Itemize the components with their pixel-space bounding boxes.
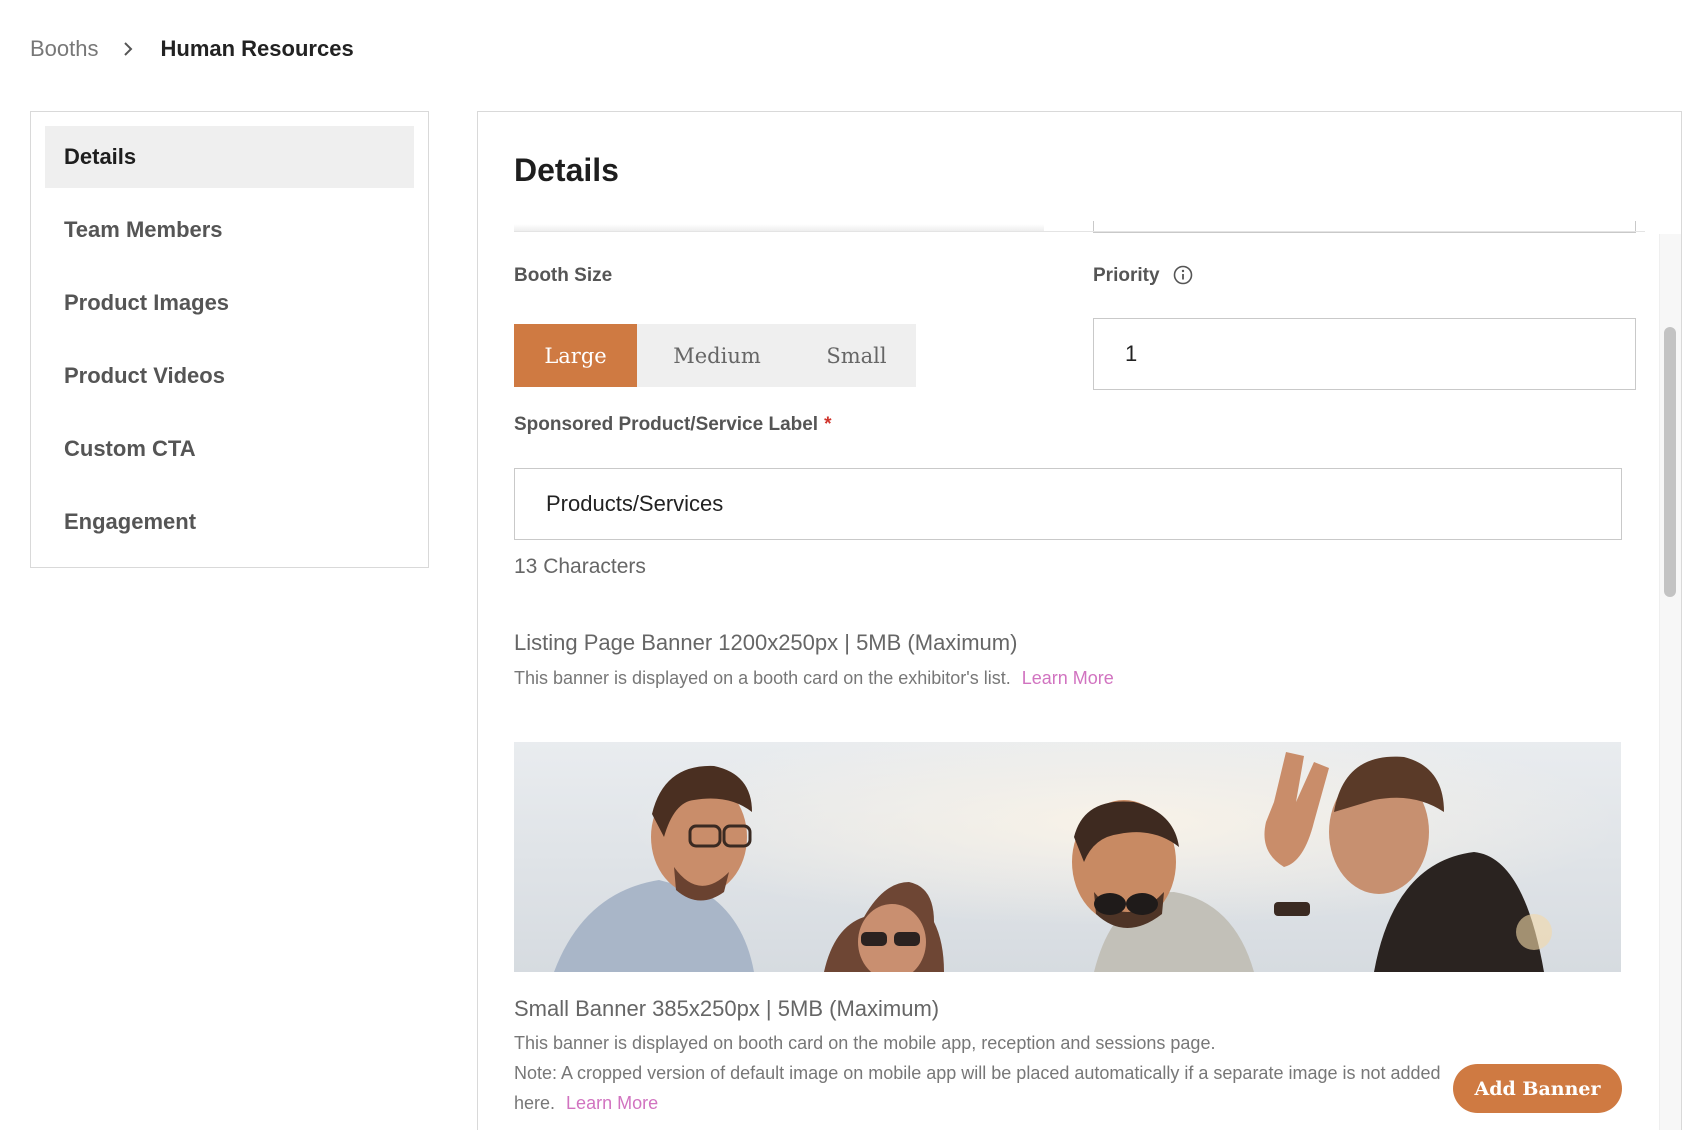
booth-size-selector: Large Medium Small [514, 324, 916, 387]
sidebar-item-custom-cta[interactable]: Custom CTA [45, 418, 414, 480]
sponsored-label-text: Sponsored Product/Service Label [514, 414, 819, 435]
chevron-right-icon [121, 42, 135, 56]
listing-banner-title: Listing Page Banner 1200x250px | 5MB (Ma… [514, 630, 1018, 655]
sidebar-item-engagement[interactable]: Engagement [45, 491, 414, 553]
sidebar-item-details[interactable]: Details [45, 126, 414, 188]
required-mark: * [824, 414, 832, 435]
sidebar-item-team-members[interactable]: Team Members [45, 199, 414, 261]
listing-banner-image[interactable] [514, 742, 1621, 972]
sponsored-label-label: Sponsored Product/Service Label * [514, 414, 832, 436]
booth-size-small-option[interactable]: Small [797, 324, 916, 387]
small-banner-note: Note: A cropped version of default image… [514, 1058, 1444, 1118]
small-banner-description: This banner is displayed on booth card o… [514, 1028, 1444, 1118]
sponsored-label-input[interactable]: Products/Services [514, 468, 1622, 540]
sidebar-item-product-images[interactable]: Product Images [45, 272, 414, 334]
learn-more-link[interactable]: Learn More [1022, 668, 1114, 688]
booth-size-medium-option[interactable]: Medium [637, 324, 797, 387]
booth-size-large-option[interactable]: Large [514, 324, 637, 387]
sidebar-nav: Details Team Members Product Images Prod… [30, 111, 429, 568]
page-title: Details [514, 152, 619, 188]
info-icon[interactable] [1173, 265, 1193, 285]
sidebar-item-product-videos[interactable]: Product Videos [45, 345, 414, 407]
scrollbar-thumb[interactable] [1664, 327, 1676, 597]
breadcrumb-booths-link[interactable]: Booths [30, 36, 99, 62]
char-count: 13 Characters [514, 555, 646, 578]
listing-banner-description-text: This banner is displayed on a booth card… [514, 668, 1011, 688]
priority-label-text: Priority [1093, 265, 1160, 286]
add-banner-button[interactable]: Add Banner [1453, 1064, 1622, 1113]
priority-input[interactable]: 1 [1093, 318, 1636, 390]
breadcrumb: Booths Human Resources [30, 36, 354, 62]
header-divider [514, 231, 1645, 232]
priority-label: Priority [1093, 265, 1193, 287]
small-banner-description-text: This banner is displayed on booth card o… [514, 1033, 1216, 1053]
details-panel: Details Booth Size Large Medium Small Pr… [477, 111, 1682, 1130]
learn-more-link[interactable]: Learn More [566, 1093, 658, 1113]
listing-banner-description: This banner is displayed on a booth card… [514, 663, 1114, 693]
booth-size-label: Booth Size [514, 265, 613, 286]
small-banner-title: Small Banner 385x250px | 5MB (Maximum) [514, 996, 940, 1021]
breadcrumb-current: Human Resources [160, 36, 354, 61]
